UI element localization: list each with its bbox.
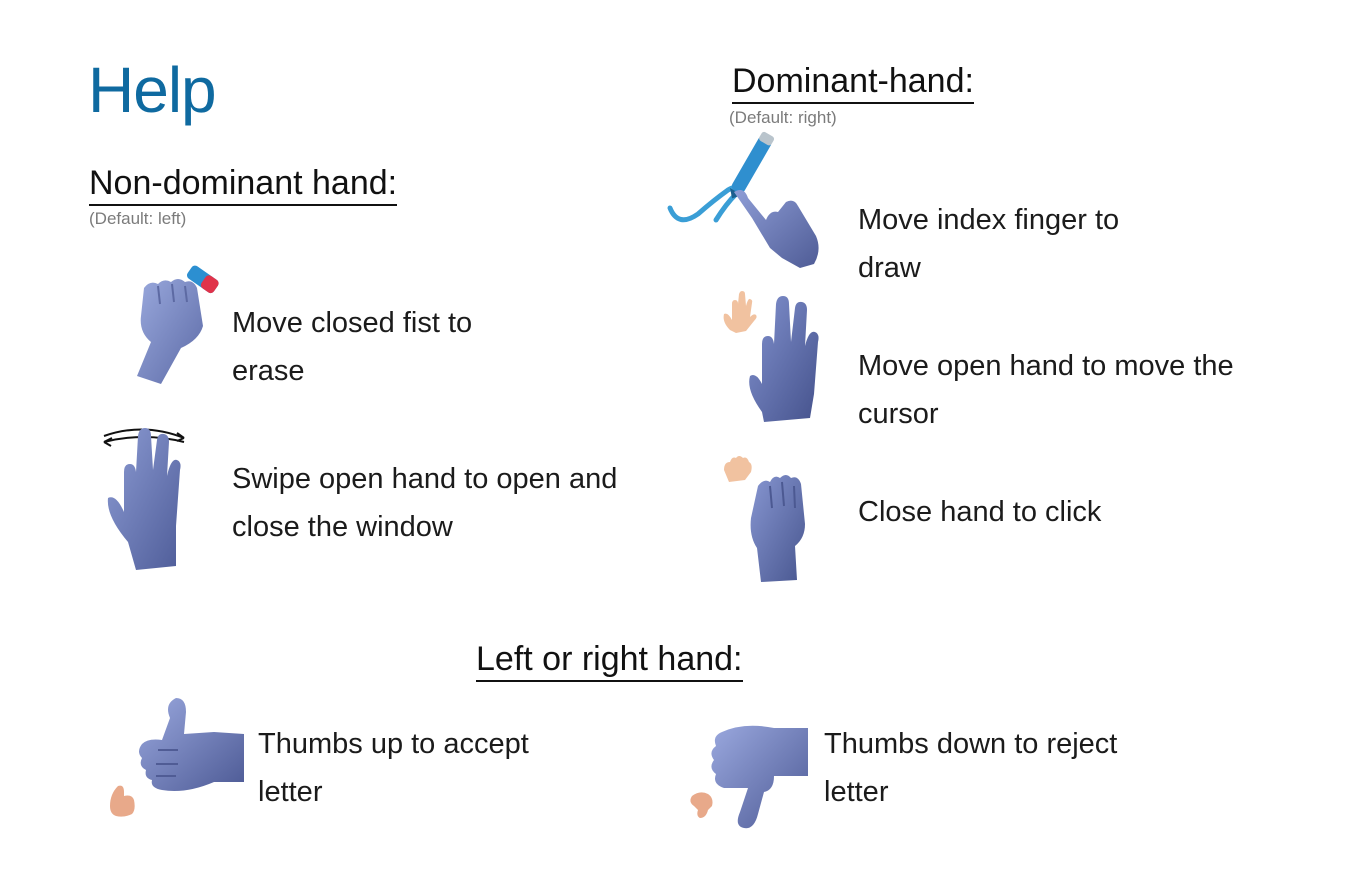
either-hand-heading: Left or right hand: — [476, 642, 743, 682]
thumbs-down-icon — [688, 722, 818, 832]
reject-instruction: Thumbs down to reject letter — [824, 728, 1118, 808]
click-instruction: Close hand to click — [858, 496, 1102, 528]
close-hand-click-icon — [720, 452, 830, 582]
swipe-instruction: Swipe open hand to open and close the wi… — [232, 463, 618, 543]
thumbs-up-icon — [106, 694, 246, 822]
accept-instruction: Thumbs up to accept letter — [258, 728, 529, 808]
erase-instruction: Move closed fist to erase — [232, 307, 473, 387]
open-hand-cursor-icon — [718, 290, 828, 430]
cursor-instruction: Move open hand to move the cursor — [858, 350, 1234, 430]
dominant-heading: Dominant-hand: — [732, 64, 974, 104]
dominant-note: (Default: right) — [729, 108, 837, 127]
closed-fist-eraser-icon — [112, 258, 227, 384]
non-dominant-note: (Default: left) — [89, 209, 187, 228]
non-dominant-heading: Non-dominant hand: — [89, 166, 398, 206]
page-title: Help — [88, 54, 217, 126]
swipe-open-hand-icon — [98, 422, 198, 587]
index-finger-draw-icon — [664, 131, 839, 278]
draw-instruction: Move index finger to draw — [858, 204, 1120, 284]
